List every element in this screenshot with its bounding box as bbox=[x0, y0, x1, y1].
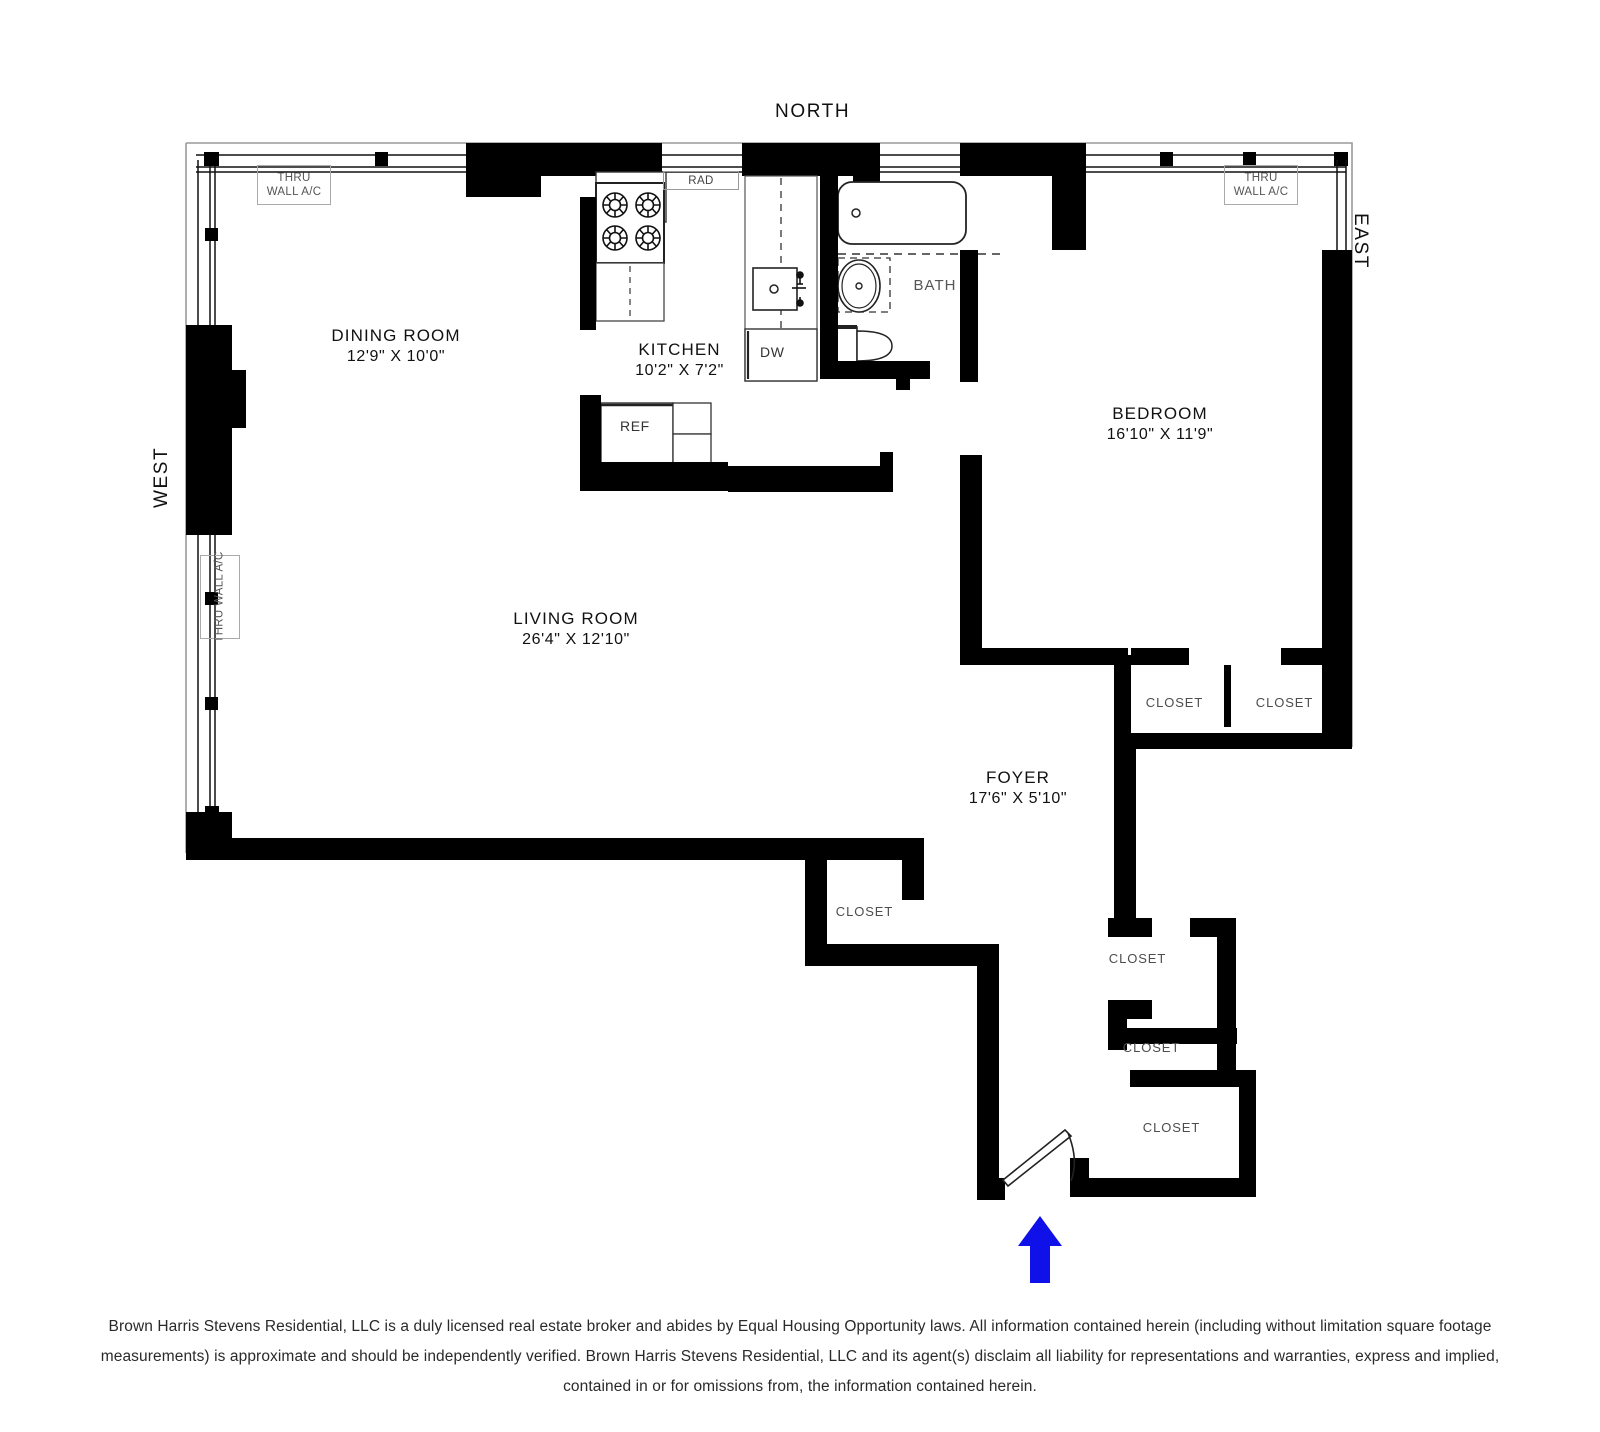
bath-name: BATH bbox=[913, 277, 957, 294]
thru-wall-ac-tag-northwest: THRU WALL A/C bbox=[257, 165, 331, 205]
foyer-dimensions: 17'6" X 5'10" bbox=[968, 790, 1068, 807]
bedroom-name: BEDROOM bbox=[1112, 404, 1208, 423]
kitchen-dimensions: 10'2" X 7'2" bbox=[635, 362, 724, 379]
west-wall bbox=[186, 152, 246, 853]
room-label-bath: BATH bbox=[885, 275, 985, 296]
kitchen-fixtures bbox=[580, 171, 818, 468]
closet-label-bedroom-right: CLOSET bbox=[1232, 692, 1337, 713]
ac-tag-line1: THRU bbox=[1244, 172, 1278, 184]
dining-room-name: DINING ROOM bbox=[331, 326, 461, 345]
east-wall bbox=[1322, 160, 1352, 747]
closet-label-foyer-lower: CLOSET bbox=[1119, 1117, 1224, 1138]
entry-direction-arrow bbox=[1018, 1216, 1062, 1283]
room-label-kitchen: KITCHEN 10'2" X 7'2" bbox=[587, 339, 772, 382]
dining-room-dimensions: 12'9" X 10'0" bbox=[346, 348, 446, 365]
room-label-living-room: LIVING ROOM 26'4" X 12'10" bbox=[476, 608, 676, 651]
radiator-tag: RAD bbox=[663, 171, 739, 190]
entry-door bbox=[1001, 1128, 1076, 1188]
living-room-name: LIVING ROOM bbox=[513, 609, 639, 628]
ac-tag-line1: THRU bbox=[277, 172, 311, 184]
closet-label-foyer-middle: CLOSET bbox=[1099, 1037, 1204, 1058]
closet-name: CLOSET bbox=[1122, 1040, 1181, 1055]
closet-name: CLOSET bbox=[1255, 695, 1314, 710]
foyer-name: FOYER bbox=[985, 768, 1051, 787]
ac-tag-line2: WALL A/C bbox=[266, 186, 322, 198]
thru-wall-ac-tag-west: THRU WALL A/C bbox=[200, 551, 240, 643]
room-label-dining-room: DINING ROOM 12'9" X 10'0" bbox=[296, 325, 496, 368]
kitchen-name: KITCHEN bbox=[638, 340, 721, 359]
room-label-bedroom: BEDROOM 16'10" X 11'9" bbox=[1060, 403, 1260, 446]
ac-tag-line2: WALL A/C bbox=[1233, 186, 1289, 198]
closet-label-living: CLOSET bbox=[812, 901, 917, 922]
refrigerator-label: REF bbox=[620, 418, 650, 434]
compass-label-north: NORTH bbox=[775, 101, 851, 122]
closet-name: CLOSET bbox=[1108, 951, 1167, 966]
room-label-foyer: FOYER 17'6" X 5'10" bbox=[918, 767, 1118, 810]
closet-name: CLOSET bbox=[835, 904, 894, 919]
living-room-walls bbox=[186, 838, 1005, 1200]
closet-name: CLOSET bbox=[1142, 1120, 1201, 1135]
closet-label-bedroom-left: CLOSET bbox=[1122, 692, 1227, 713]
legal-disclaimer: Brown Harris Stevens Residential, LLC is… bbox=[100, 1318, 1500, 1395]
compass-label-east: EAST bbox=[1350, 213, 1371, 270]
bedroom-dimensions: 16'10" X 11'9" bbox=[1106, 426, 1214, 443]
thru-wall-ac-tag-northeast: THRU WALL A/C bbox=[1224, 165, 1298, 205]
closet-name: CLOSET bbox=[1145, 695, 1204, 710]
floor-plan-page: NORTH EAST WEST THRU WALL A/C THRU WALL … bbox=[0, 0, 1600, 1432]
ac-tag-vertical: THRU WALL A/C bbox=[214, 551, 227, 643]
closet-label-foyer-upper: CLOSET bbox=[1085, 948, 1190, 969]
compass-label-west: WEST bbox=[151, 446, 172, 508]
living-room-dimensions: 26'4" X 12'10" bbox=[522, 631, 630, 648]
